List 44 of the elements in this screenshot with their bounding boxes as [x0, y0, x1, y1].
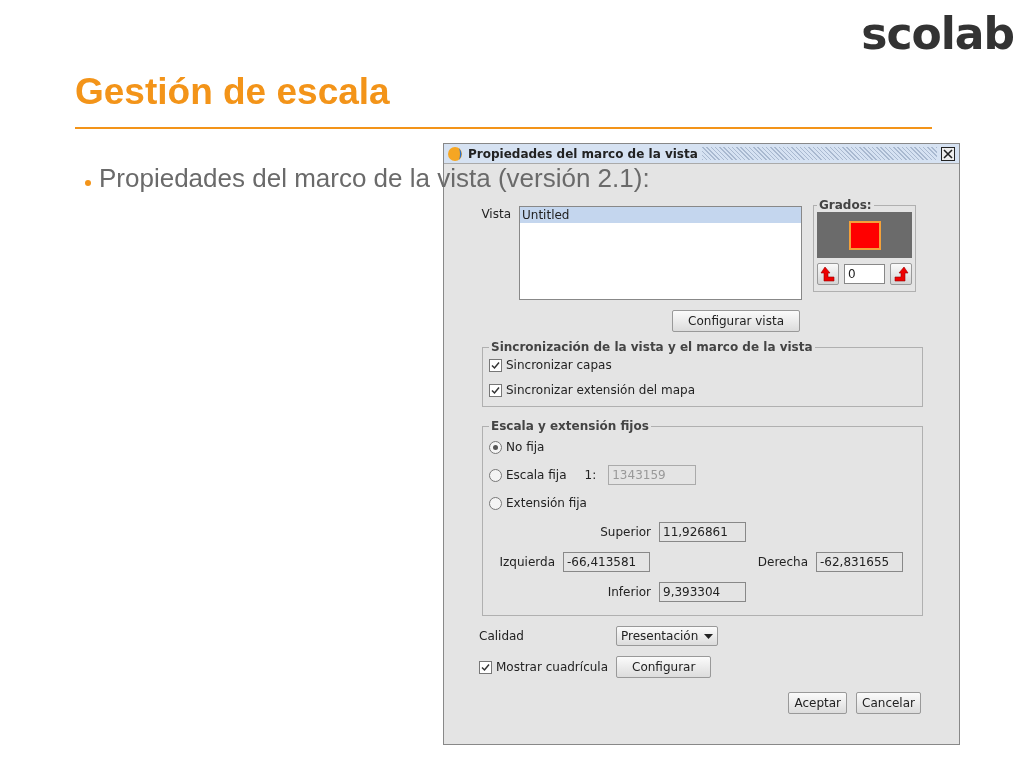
arrow-icon — [820, 266, 836, 282]
vista-label: Vista — [480, 207, 511, 221]
window-title: Propiedades del marco de la vista — [468, 146, 698, 161]
radio-label: No fija — [506, 440, 545, 454]
bullet-icon — [85, 179, 91, 186]
quality-dropdown[interactable]: Presentación — [616, 626, 719, 646]
field-label: Inferior — [606, 585, 651, 599]
group-title: Grados: — [818, 198, 873, 212]
quality-label: Calidad — [479, 629, 525, 643]
bottom-field[interactable]: 9,393304 — [659, 582, 746, 602]
configure-button[interactable]: Configurar — [616, 656, 712, 678]
checkbox[interactable] — [489, 383, 502, 397]
dialog-button[interactable]: Cancelar — [856, 692, 921, 714]
field-label: Derecha — [756, 555, 808, 569]
configure-view-button[interactable]: Configurar vista — [672, 310, 800, 332]
right-field[interactable]: -62,831655 — [816, 552, 903, 572]
top-field[interactable]: 11,926861 — [659, 522, 746, 542]
field-label: Izquierda — [498, 555, 555, 569]
group-title: Escala y extensión fijos — [490, 419, 650, 433]
radio-button[interactable] — [489, 440, 502, 454]
close-icon[interactable] — [941, 146, 955, 161]
radio-label: Escala fija — [506, 468, 567, 482]
arrow-icon — [893, 266, 909, 282]
logo: scolab — [861, 8, 1014, 59]
radio-button[interactable] — [489, 468, 502, 482]
list-item[interactable]: Untitled — [520, 207, 801, 223]
radio-label: Extensión fija — [506, 496, 587, 510]
checkbox[interactable] — [479, 660, 492, 674]
left-field[interactable]: -66,413581 — [563, 552, 650, 572]
degrees-field[interactable]: 0 — [844, 264, 885, 284]
caret-icon — [704, 633, 714, 639]
app-icon — [448, 145, 464, 162]
slide-title: Gestión de escala — [75, 70, 390, 114]
checkbox-label: Sincronizar capas — [506, 358, 612, 372]
checkbox-label: Sincronizar extensión del mapa — [506, 383, 695, 397]
checkbox-label: Mostrar cuadrícula — [496, 660, 609, 674]
radio-button[interactable] — [489, 496, 502, 510]
dialog-button[interactable]: Aceptar — [788, 692, 848, 714]
field-label: Superior — [599, 525, 651, 539]
group-title: Sincronización de la vista y el marco de la vista — [490, 340, 814, 354]
rotate-right-button[interactable] — [890, 263, 912, 285]
scale-prefix: 1: — [584, 468, 597, 482]
rotate-left-button[interactable] — [817, 263, 839, 285]
checkbox[interactable] — [489, 358, 502, 372]
